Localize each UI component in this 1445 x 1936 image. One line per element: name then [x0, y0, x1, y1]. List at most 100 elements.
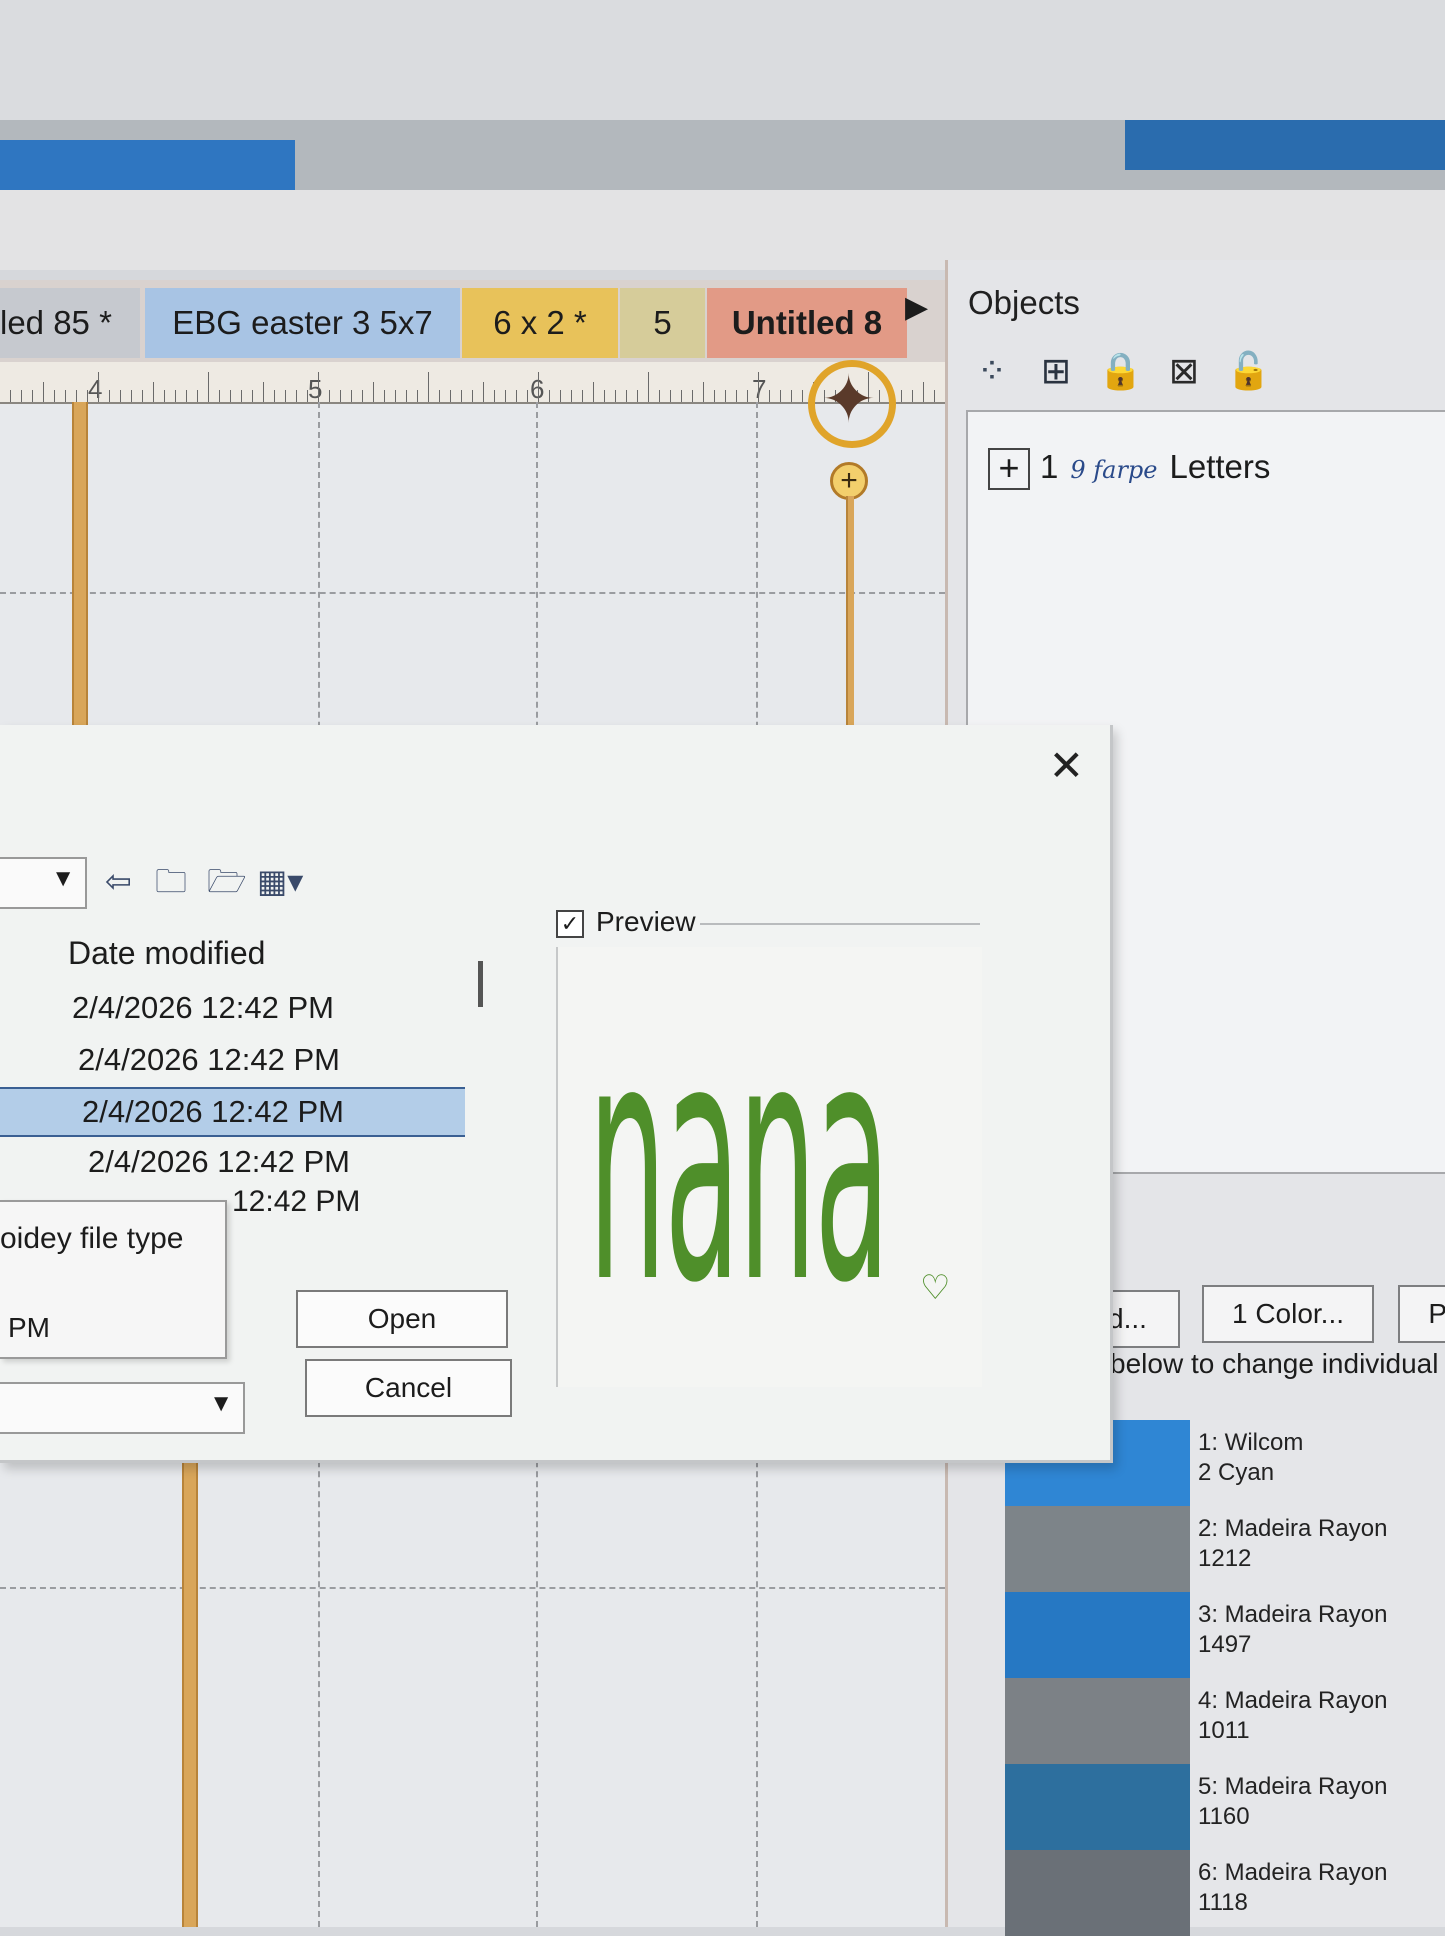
ruler-tick [725, 390, 726, 402]
ruler-tick [32, 390, 33, 402]
thread-code: 1160 [1198, 1803, 1250, 1830]
list-item[interactable]: 5: Madeira Rayon 1160 [1005, 1764, 1445, 1850]
ruler-tick [351, 390, 352, 402]
color-swatch [1005, 1592, 1190, 1678]
ruler-tick [164, 390, 165, 402]
cancel-button[interactable]: Cancel [305, 1359, 512, 1417]
ruler-tick [758, 372, 759, 402]
ruler-tick [472, 390, 473, 402]
ruler-tick [538, 372, 539, 402]
color-swatch [1005, 1506, 1190, 1592]
tab-5[interactable]: 5 [620, 288, 705, 358]
ruler-tick [142, 390, 143, 402]
close-icon[interactable]: ✕ [1049, 745, 1084, 787]
file-type-dropdown-list[interactable]: oidey file type PM [0, 1200, 227, 1359]
up-folder-icon[interactable]: 🗀 [155, 857, 187, 905]
ruler-tick [912, 390, 913, 402]
thread-name-line: 1: Wilcom [1198, 1429, 1304, 1456]
heart-icon: ♡ [920, 1268, 950, 1308]
preview-image: nana ♡ [588, 971, 950, 1355]
back-icon[interactable]: ⇦ [105, 857, 132, 905]
lock-cross-icon[interactable]: ⊠ [1162, 348, 1206, 394]
ruler-tick [769, 390, 770, 402]
zoom-plus-icon[interactable]: + [830, 462, 868, 500]
ruler-tick [175, 390, 176, 402]
ruler-tick [87, 390, 88, 402]
table-row[interactable]: 2/4/2026 12:42 PM [0, 1037, 465, 1083]
thread-color-list: 1: Wilcom 2 Cyan 2: Madeira Rayon 1212 3: … [1005, 1420, 1445, 1936]
ruler-tick [274, 390, 275, 402]
tab-document-85[interactable]: led 85 * [0, 288, 140, 358]
next-color-button[interactable]: P [1398, 1285, 1445, 1343]
title-bar-accent-right [1125, 120, 1445, 170]
tab-untitled-8[interactable]: Untitled 8 [707, 288, 907, 358]
color-swatch [1005, 1764, 1190, 1850]
file-date-partial: 12:42 PM [232, 1185, 361, 1218]
compass-icon[interactable] [808, 360, 896, 448]
lock-icon[interactable]: 🔒 [1098, 348, 1143, 394]
list-item[interactable]: 3: Madeira Rayon 1497 [1005, 1592, 1445, 1678]
ruler-tick [516, 390, 517, 402]
tab-scroll-right-icon[interactable]: ▶ [905, 288, 928, 328]
thread-name-line: 5: Madeira Rayon [1198, 1773, 1388, 1800]
ungroup-icon[interactable]: ⊞ [1034, 348, 1078, 394]
grid-line [0, 592, 945, 594]
preview-design-text: nana [588, 971, 888, 1355]
ruler-mark: 5 [308, 374, 323, 404]
ruler-tick [527, 390, 528, 402]
chevron-down-icon: ▼ [209, 1390, 233, 1417]
thread-name: 5: Madeira Rayon 1160 [1198, 1772, 1443, 1832]
table-row[interactable]: 2/4/2026 12:42 PM [0, 985, 465, 1031]
ruler-tick [43, 382, 44, 402]
ruler-tick [923, 382, 924, 402]
scrollbar-thumb[interactable] [478, 961, 483, 1007]
ruler-tick [362, 390, 363, 402]
file-type-value: PM [8, 1312, 50, 1343]
list-item[interactable]: 6: Madeira Rayon 1118 [1005, 1850, 1445, 1936]
title-bar-accent-left [0, 140, 295, 190]
ruler-tick [637, 390, 638, 402]
tab-ebg-easter[interactable]: EBG easter 3 5x7 [145, 288, 460, 358]
view-menu-icon[interactable]: ▦▾ [257, 857, 303, 905]
zoom-slider[interactable] [846, 496, 854, 746]
ruler-tick [318, 372, 319, 402]
thread-name-line: 6: Madeira Rayon [1198, 1859, 1388, 1886]
new-folder-icon[interactable]: 🗁 [207, 857, 247, 905]
ruler-tick [131, 390, 132, 402]
design-preview: nana ♡ [556, 947, 982, 1387]
ruler-tick [549, 390, 550, 402]
ruler-tick [263, 382, 264, 402]
ruler-tick [109, 390, 110, 402]
table-row[interactable]: 2/4/2026 12:42 PM [0, 1139, 465, 1185]
ruler-tick [571, 390, 572, 402]
ruler-tick [230, 390, 231, 402]
list-item[interactable]: +1 9 farpe Letters [988, 442, 1270, 492]
ruler-tick [76, 390, 77, 402]
one-color-button[interactable]: 1 Color... [1202, 1285, 1374, 1343]
tab-6x2[interactable]: 6 x 2 * [462, 288, 618, 358]
ruler-tick [439, 390, 440, 402]
ruler-tick [197, 390, 198, 402]
look-in-dropdown[interactable]: ▼ [0, 857, 87, 909]
ruler-tick [10, 390, 11, 402]
ruler-tick [406, 390, 407, 402]
ruler-tick [714, 390, 715, 402]
table-row-selected[interactable]: 2/4/2026 12:42 PM [0, 1087, 465, 1137]
thread-code: 1497 [1198, 1631, 1252, 1658]
ruler-tick [384, 390, 385, 402]
file-type-combo[interactable]: ▼ [0, 1382, 245, 1434]
ruler-tick [582, 390, 583, 402]
list-item[interactable]: 4: Madeira Rayon 1011 [1005, 1678, 1445, 1764]
object-index: 1 [1040, 448, 1059, 485]
open-button[interactable]: Open [296, 1290, 508, 1348]
horizontal-ruler: 4 5 6 7 [0, 362, 945, 404]
group-icon[interactable]: ⁘ [970, 348, 1014, 394]
toolbar-area [0, 190, 1445, 270]
date-modified-header[interactable]: Date modified [68, 935, 265, 972]
list-item[interactable]: 2: Madeira Rayon 1212 [1005, 1506, 1445, 1592]
expand-icon[interactable]: + [988, 448, 1030, 491]
preview-label: Preview [596, 906, 696, 937]
unlock-icon[interactable]: 🔓 [1226, 348, 1271, 394]
ruler-tick [428, 372, 429, 402]
preview-checkbox[interactable]: ✓ Preview [556, 905, 696, 939]
